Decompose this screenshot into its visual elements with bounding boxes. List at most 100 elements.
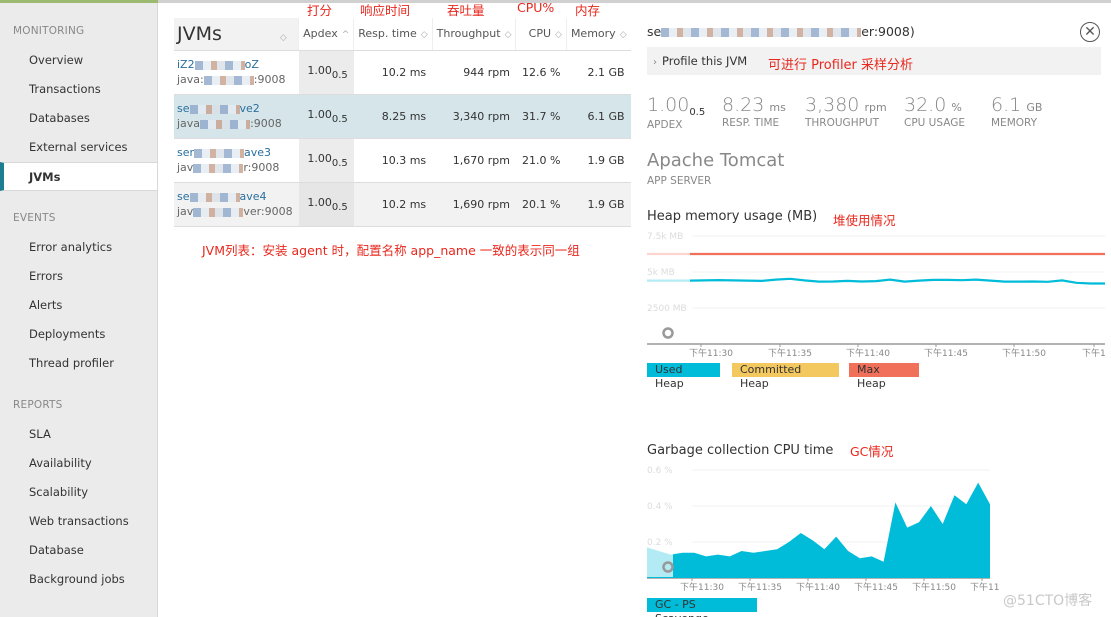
faded-region [645, 228, 690, 343]
apdex-cell: 1.000.5 [298, 94, 354, 139]
jvm-name-cell[interactable]: ser ave3 jav r:9008 [174, 138, 299, 183]
sidebar-item-external-services[interactable]: External services [0, 133, 157, 162]
table-row[interactable]: ser ave3 jav r:9008 1.000.5 10.3 ms 1,670 rpm 2… [174, 138, 631, 183]
memory-cell: 1.9 GB [566, 182, 631, 227]
sidebar-item-errors[interactable]: Errors [0, 262, 157, 291]
sidebar-item-thread-profiler[interactable]: Thread profiler [0, 349, 157, 378]
legend-used-heap[interactable]: Used Heap [647, 363, 720, 390]
sidebar-item-background-jobs[interactable]: Background jobs [0, 565, 157, 594]
annotation-apdex: 打分 [307, 3, 333, 18]
column-label: Resp. time [358, 27, 417, 41]
throughput-cell: 944 rpm [432, 50, 516, 95]
heap-chart-title: Heap memory usage (MB) [647, 209, 818, 224]
redacted-text [193, 207, 244, 217]
sidebar-item-scalability[interactable]: Scalability [0, 478, 157, 507]
column-header-cpu[interactable]: CPU ◇ [515, 18, 567, 51]
sidebar-item-availability[interactable]: Availability [0, 449, 157, 478]
metric-value: 1.00 [647, 94, 690, 116]
memory-cell: 1.9 GB [566, 138, 631, 183]
sidebar-item-databases[interactable]: Databases [0, 104, 157, 133]
sort-icon: ◇ [555, 30, 562, 41]
close-button[interactable]: ✕ [1080, 22, 1100, 42]
jvm-host[interactable]: se ve2 [177, 101, 293, 116]
jvm-name-cell[interactable]: iZ2 oZ java::9008 [174, 50, 299, 95]
host-suffix: ave4 [239, 190, 267, 203]
jvm-name-cell[interactable]: se ve2 java:9008 [174, 94, 299, 139]
jvm-host[interactable]: se ave4 [177, 189, 293, 204]
jvm-port: jav r:9008 [177, 160, 293, 175]
redacted-text [189, 104, 240, 114]
legend-committed-heap[interactable]: Committed Heap [732, 363, 839, 390]
top-bar [0, 0, 1111, 3]
jvm-detail-title: se er:9008) [647, 24, 915, 39]
metric-label: THROUGHPUT [805, 117, 880, 129]
metric-apdex: 1.000.5 APDEX [647, 94, 705, 131]
jvm-table: JVMs ◇ Apdex ^ Resp. time ◇ Throughput ◇ CPU… [174, 18, 631, 227]
sidebar-item-deployments[interactable]: Deployments [0, 320, 157, 349]
metric-value: 8.23 [722, 94, 765, 116]
sidebar-item-overview[interactable]: Overview [0, 46, 157, 75]
throughput-cell: 3,340 rpm [432, 94, 516, 139]
port-suffix: ver:9008 [243, 205, 293, 218]
legend-max-heap[interactable]: Max Heap [849, 363, 919, 390]
sidebar-item-web-transactions[interactable]: Web transactions [0, 507, 157, 536]
column-label: CPU [528, 27, 552, 41]
annotation-gc: GC情况 [850, 444, 894, 459]
table-row[interactable]: iZ2 oZ java::9008 1.000.5 10.2 ms 944 rpm 12.6… [174, 50, 631, 95]
sort-icon: ◇ [504, 30, 512, 41]
column-header-memory[interactable]: Memory ◇ [565, 18, 631, 51]
sidebar-section-events: EVENTS [13, 212, 56, 224]
table-row[interactable]: se ave4 jav ver:9008 1.000.5 10.2 ms 1,690 rpm… [174, 182, 631, 227]
sidebar-item-transactions[interactable]: Transactions [0, 75, 157, 104]
jvm-port: java:9008 [177, 116, 293, 131]
x-tick-label: 下午11:45 [924, 347, 968, 359]
x-tick-label: 下午11:45 [854, 581, 898, 593]
annotation-jvm-list: JVM列表：安装 agent 时，配置名称 app_name 一致的表示同一组 [202, 243, 580, 258]
resp-time-cell: 10.2 ms [353, 182, 433, 227]
sidebar-item-jvms[interactable]: JVMs [0, 162, 157, 191]
jvm-name-cell[interactable]: se ave4 jav ver:9008 [174, 182, 299, 227]
metric-unit: % [951, 101, 962, 114]
apdex-value: 1.00 [307, 63, 332, 77]
port-suffix: :9008 [250, 117, 282, 130]
close-icon: ✕ [1084, 24, 1096, 40]
profile-jvm-label: Profile this JVM [662, 54, 748, 68]
sidebar-item-sla[interactable]: SLA [0, 420, 157, 449]
sidebar-item-alerts[interactable]: Alerts [0, 291, 157, 320]
metric-unit: ms [769, 101, 786, 114]
host-suffix: ave3 [244, 146, 272, 159]
port-prefix: java: [177, 73, 204, 86]
table-row[interactable]: se ve2 java:9008 1.000.5 8.25 ms 3,340 rpm 31.… [174, 94, 631, 139]
series-line-used-heap [647, 277, 1105, 285]
app-server-type: APP SERVER [647, 175, 712, 187]
cpu-cell: 20.1 % [515, 182, 567, 227]
metric-resp-time: 8.23 ms RESP. TIME [722, 94, 786, 129]
metric-cpu-usage: 32.0 % CPU USAGE [904, 94, 965, 129]
x-tick-label: 下午11:40 [796, 581, 840, 593]
metric-unit: GB [1026, 101, 1043, 114]
jvm-host[interactable]: ser ave3 [177, 145, 293, 160]
annotation-resp-time: 响应时间 [360, 3, 411, 18]
cpu-cell: 21.0 % [515, 138, 567, 183]
column-header-resp-time[interactable]: Resp. time ◇ [353, 18, 433, 51]
series-area-gc-ps-scavenge [647, 482, 990, 578]
x-tick-label: 下午11:30 [680, 581, 724, 593]
apdex-value: 1.00 [307, 151, 332, 165]
redacted-text [194, 60, 245, 70]
annotation-heap: 堆使用情况 [833, 213, 896, 228]
host-suffix: oZ [244, 58, 259, 71]
cpu-cell: 12.6 % [515, 50, 567, 95]
sort-icon: ◇ [619, 30, 627, 41]
sidebar-section-monitoring: MONITORING [13, 25, 85, 37]
annotation-memory: 内存 [575, 3, 601, 18]
column-header-throughput[interactable]: Throughput ◇ [431, 18, 516, 51]
column-header-apdex[interactable]: Apdex ^ [298, 18, 354, 51]
jvm-host[interactable]: iZ2 oZ [177, 57, 293, 72]
sidebar-item-error-analytics[interactable]: Error analytics [0, 233, 157, 262]
redacted-text [203, 75, 254, 85]
jvm-port: jav ver:9008 [177, 204, 293, 219]
legend-gc-ps-scavenge[interactable]: GC - PS Scavenge [647, 598, 757, 617]
x-tick-label: 下午11:50 [912, 581, 956, 593]
column-header-jvms[interactable]: JVMs ◇ [174, 18, 299, 51]
sidebar-item-database[interactable]: Database [0, 536, 157, 565]
